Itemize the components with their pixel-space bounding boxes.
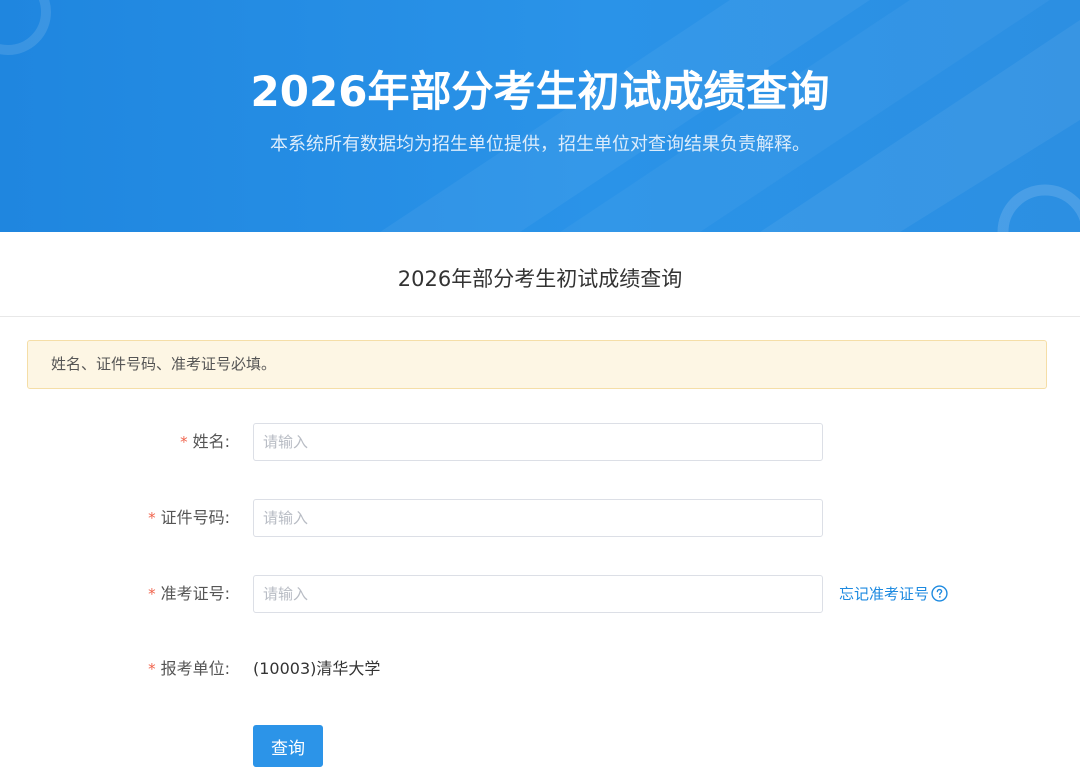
forgot-exam-number-text: 忘记准考证号: [839, 585, 930, 603]
name-label-text: 姓名:: [192, 432, 230, 451]
page-subtitle: 本系统所有数据均为招生单位提供，招生单位对查询结果负责解释。: [270, 134, 810, 155]
unit-label: * 报考单位:: [148, 650, 230, 688]
name-label: * 姓名:: [180, 423, 230, 461]
id-number-label: * 证件号码:: [148, 499, 230, 537]
exam-number-input[interactable]: [253, 575, 823, 613]
form-row-unit: * 报考单位: (10003)清华大学: [0, 650, 1080, 688]
unit-value: (10003)清华大学: [253, 659, 381, 678]
form-row-name: * 姓名:: [0, 423, 1080, 461]
header-banner: 2026年部分考生初试成绩查询 本系统所有数据均为招生单位提供，招生单位对查询结…: [0, 0, 1080, 232]
id-number-label-text: 证件号码:: [160, 508, 230, 527]
required-mark: *: [148, 585, 156, 603]
exam-number-label-text: 准考证号:: [160, 584, 230, 603]
id-number-input[interactable]: [253, 499, 823, 537]
question-circle-icon[interactable]: [931, 584, 948, 602]
required-mark: *: [148, 660, 156, 678]
query-button[interactable]: 查询: [253, 725, 323, 767]
page-title: 2026年部分考生初试成绩查询: [250, 67, 830, 116]
required-fields-notice: 姓名、证件号码、准考证号必填。: [27, 340, 1047, 389]
forgot-exam-number-link[interactable]: 忘记准考证号: [839, 575, 948, 613]
name-input[interactable]: [253, 423, 823, 461]
form-row-exam-number: *准考证号: 忘记准考证号: [0, 575, 1080, 613]
required-mark: *: [180, 433, 188, 451]
required-mark: *: [148, 509, 156, 527]
section-title: 2026年部分考生初试成绩查询: [0, 232, 1080, 317]
exam-number-label: * 准考证号:: [148, 575, 230, 613]
unit-label-text: 报考单位:: [160, 659, 230, 678]
form-row-id-number: * 证件号码:: [0, 499, 1080, 537]
